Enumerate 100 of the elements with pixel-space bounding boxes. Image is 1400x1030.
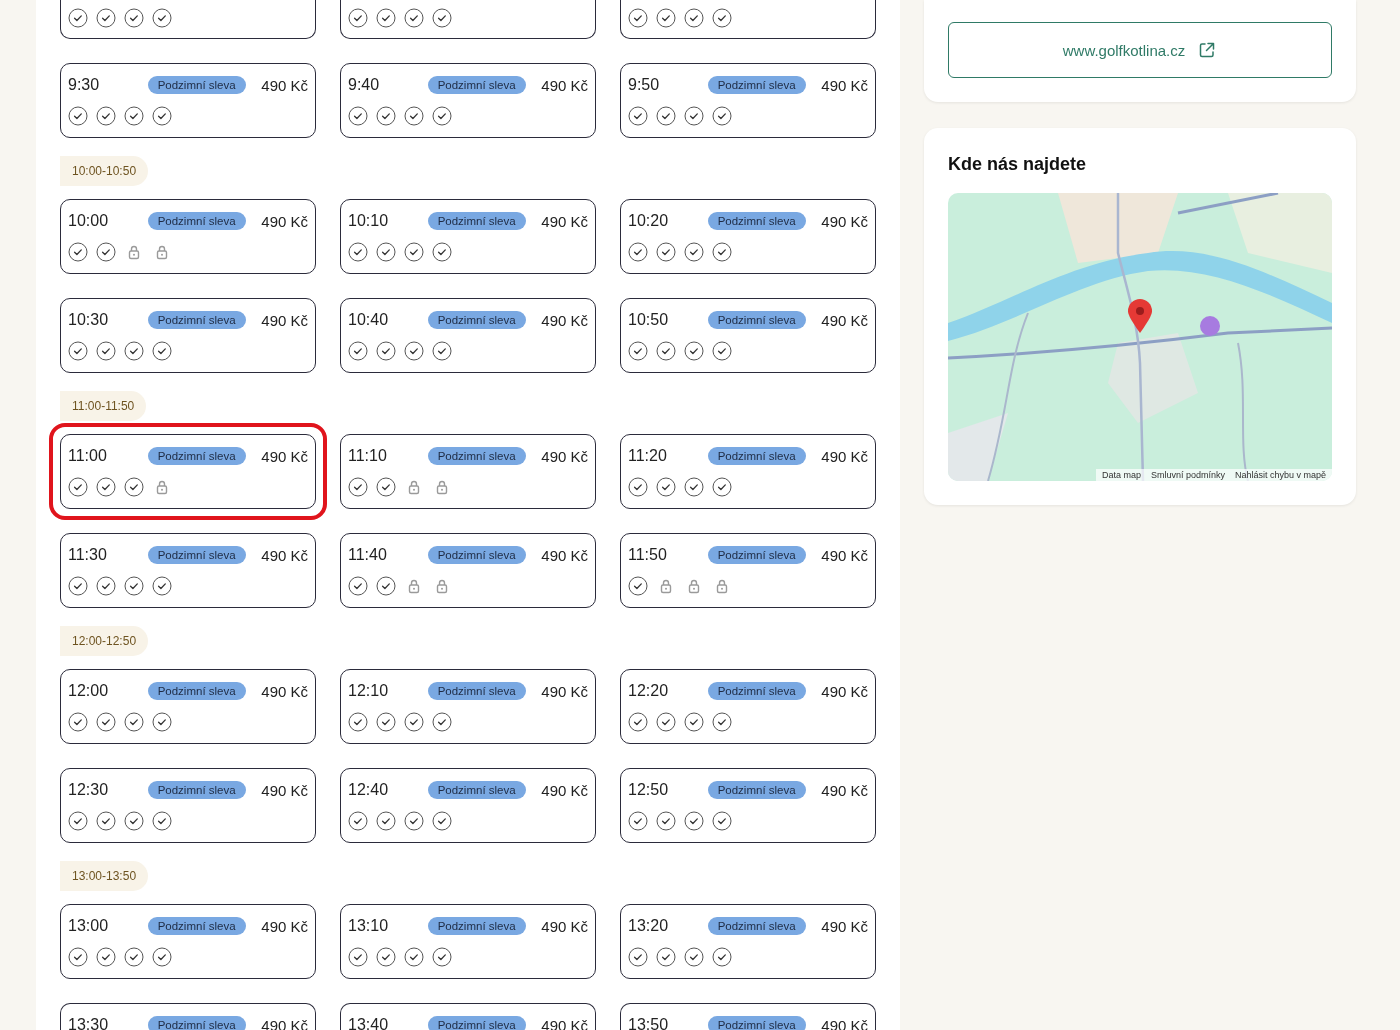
tee-time: 11:30 bbox=[68, 546, 108, 564]
tee-time: 11:00 bbox=[68, 447, 108, 465]
tee-time-card[interactable]: 11:10 Podzimní sleva 490 Kč bbox=[340, 434, 596, 509]
tee-time-card[interactable]: 10:50 Podzimní sleva 490 Kč bbox=[620, 298, 876, 373]
price: 490 Kč bbox=[261, 682, 308, 700]
tee-time-card[interactable]: 13:20 Podzimní sleva 490 Kč bbox=[620, 904, 876, 979]
tee-time-card[interactable]: 11:50 Podzimní sleva 490 Kč bbox=[620, 533, 876, 608]
tee-time-card[interactable] bbox=[340, 0, 596, 39]
price: 490 Kč bbox=[261, 76, 308, 94]
tee-time-card[interactable]: 12:00 Podzimní sleva 490 Kč bbox=[60, 669, 316, 744]
tee-time: 10:40 bbox=[348, 311, 390, 329]
price: 490 Kč bbox=[821, 1016, 868, 1030]
discount-badge: Podzimní sleva bbox=[707, 1016, 806, 1030]
tee-time: 12:00 bbox=[68, 682, 110, 700]
tee-time-card[interactable] bbox=[620, 0, 876, 39]
price: 490 Kč bbox=[821, 212, 868, 230]
tee-time: 11:20 bbox=[628, 447, 668, 465]
price: 490 Kč bbox=[261, 781, 308, 799]
tee-time: 12:40 bbox=[348, 781, 390, 799]
tee-time: 12:50 bbox=[628, 781, 670, 799]
price: 490 Kč bbox=[821, 76, 868, 94]
price: 490 Kč bbox=[261, 1016, 308, 1030]
price: 490 Kč bbox=[541, 76, 588, 94]
website-link[interactable]: www.golfkotlina.cz bbox=[948, 22, 1332, 78]
tee-time: 9:50 bbox=[628, 76, 661, 94]
map-footer-link[interactable]: Nahlásit chybu v mapě bbox=[1234, 470, 1326, 480]
price: 490 Kč bbox=[821, 917, 868, 935]
price: 490 Kč bbox=[261, 447, 308, 465]
price: 490 Kč bbox=[541, 917, 588, 935]
tee-time-card[interactable]: 10:40 Podzimní sleva 490 Kč bbox=[340, 298, 596, 373]
tee-time: 9:30 bbox=[68, 76, 101, 94]
tee-time-card[interactable]: 10:00 Podzimní sleva 490 Kč bbox=[60, 199, 316, 274]
tee-time-card[interactable]: 11:30 Podzimní sleva 490 Kč bbox=[60, 533, 316, 608]
discount-badge: Podzimní sleva bbox=[147, 1016, 246, 1030]
tee-time-card[interactable]: 11:20 Podzimní sleva 490 Kč bbox=[620, 434, 876, 509]
discount-badge: Podzimní sleva bbox=[707, 447, 806, 465]
discount-badge: Podzimní sleva bbox=[427, 447, 526, 465]
tee-time-card[interactable]: 10:20 Podzimní sleva 490 Kč bbox=[620, 199, 876, 274]
tee-time: 9:40 bbox=[348, 76, 381, 94]
discount-badge: Podzimní sleva bbox=[427, 76, 526, 94]
tee-time-card[interactable]: 13:00 Podzimní sleva 490 Kč bbox=[60, 904, 316, 979]
price: 490 Kč bbox=[541, 682, 588, 700]
discount-badge: Podzimní sleva bbox=[147, 447, 246, 465]
tee-time-card[interactable]: 9:30 Podzimní sleva 490 Kč bbox=[60, 63, 316, 138]
tee-time: 11:40 bbox=[348, 546, 388, 564]
tee-time-card[interactable]: 12:10 Podzimní sleva 490 Kč bbox=[340, 669, 596, 744]
discount-badge: Podzimní sleva bbox=[427, 917, 526, 935]
discount-badge: Podzimní sleva bbox=[427, 1016, 526, 1030]
tee-time-card[interactable]: 12:50 Podzimní sleva 490 Kč bbox=[620, 768, 876, 843]
tee-time-card[interactable]: 13:50 Podzimní sleva 490 Kč bbox=[620, 1003, 876, 1030]
price: 490 Kč bbox=[821, 311, 868, 329]
tee-time-card[interactable]: 12:20 Podzimní sleva 490 Kč bbox=[620, 669, 876, 744]
discount-badge: Podzimní sleva bbox=[427, 311, 526, 329]
tee-time: 13:20 bbox=[628, 917, 670, 935]
time-range-label: 13:00-13:50 bbox=[60, 861, 149, 891]
discount-badge: Podzimní sleva bbox=[427, 546, 526, 564]
tee-time: 13:50 bbox=[628, 1016, 670, 1030]
tee-time: 13:40 bbox=[348, 1016, 390, 1030]
tee-time-card[interactable]: 11:40 Podzimní sleva 490 Kč bbox=[340, 533, 596, 608]
map-footer-link[interactable]: Data map bbox=[1101, 470, 1141, 480]
price: 490 Kč bbox=[821, 546, 868, 564]
tee-time-card[interactable]: 12:40 Podzimní sleva 490 Kč bbox=[340, 768, 596, 843]
price: 490 Kč bbox=[541, 311, 588, 329]
discount-badge: Podzimní sleva bbox=[147, 781, 246, 799]
price: 490 Kč bbox=[261, 311, 308, 329]
tee-time: 12:20 bbox=[628, 682, 670, 700]
tee-time-card[interactable]: 13:30 Podzimní sleva 490 Kč bbox=[60, 1003, 316, 1030]
price: 490 Kč bbox=[261, 546, 308, 564]
price: 490 Kč bbox=[261, 212, 308, 230]
tee-time-card[interactable]: 9:40 Podzimní sleva 490 Kč bbox=[340, 63, 596, 138]
discount-badge: Podzimní sleva bbox=[147, 311, 246, 329]
tee-time-card[interactable]: 13:10 Podzimní sleva 490 Kč bbox=[340, 904, 596, 979]
price: 490 Kč bbox=[541, 212, 588, 230]
map-footer-link[interactable]: Smluvní podmínky bbox=[1150, 470, 1225, 480]
tee-time-card[interactable]: 10:10 Podzimní sleva 490 Kč bbox=[340, 199, 596, 274]
discount-badge: Podzimní sleva bbox=[427, 212, 526, 230]
discount-badge: Podzimní sleva bbox=[707, 682, 806, 700]
tee-time: 12:30 bbox=[68, 781, 110, 799]
tee-time-card[interactable]: 9:50 Podzimní sleva 490 Kč bbox=[620, 63, 876, 138]
discount-badge: Podzimní sleva bbox=[707, 311, 806, 329]
tee-time: 10:50 bbox=[628, 311, 670, 329]
discount-badge: Podzimní sleva bbox=[707, 917, 806, 935]
price: 490 Kč bbox=[541, 546, 588, 564]
tee-time: 10:00 bbox=[68, 212, 110, 230]
discount-badge: Podzimní sleva bbox=[427, 781, 526, 799]
tee-time-card[interactable]: 13:40 Podzimní sleva 490 Kč bbox=[340, 1003, 596, 1030]
discount-badge: Podzimní sleva bbox=[707, 212, 806, 230]
tee-time-card[interactable]: 12:30 Podzimní sleva 490 Kč bbox=[60, 768, 316, 843]
discount-badge: Podzimní sleva bbox=[427, 682, 526, 700]
tee-time: 13:10 bbox=[348, 917, 390, 935]
tee-time-card[interactable]: 10:30 Podzimní sleva 490 Kč bbox=[60, 298, 316, 373]
time-range-label: 10:00-10:50 bbox=[60, 156, 149, 186]
discount-badge: Podzimní sleva bbox=[707, 781, 806, 799]
price: 490 Kč bbox=[541, 781, 588, 799]
price: 490 Kč bbox=[541, 447, 588, 465]
tee-time-card[interactable] bbox=[60, 0, 316, 39]
discount-badge: Podzimní sleva bbox=[147, 546, 246, 564]
tee-time: 12:10 bbox=[348, 682, 390, 700]
discount-badge: Podzimní sleva bbox=[147, 682, 246, 700]
tee-time-card[interactable]: 11:00 Podzimní sleva 490 Kč bbox=[60, 434, 316, 509]
